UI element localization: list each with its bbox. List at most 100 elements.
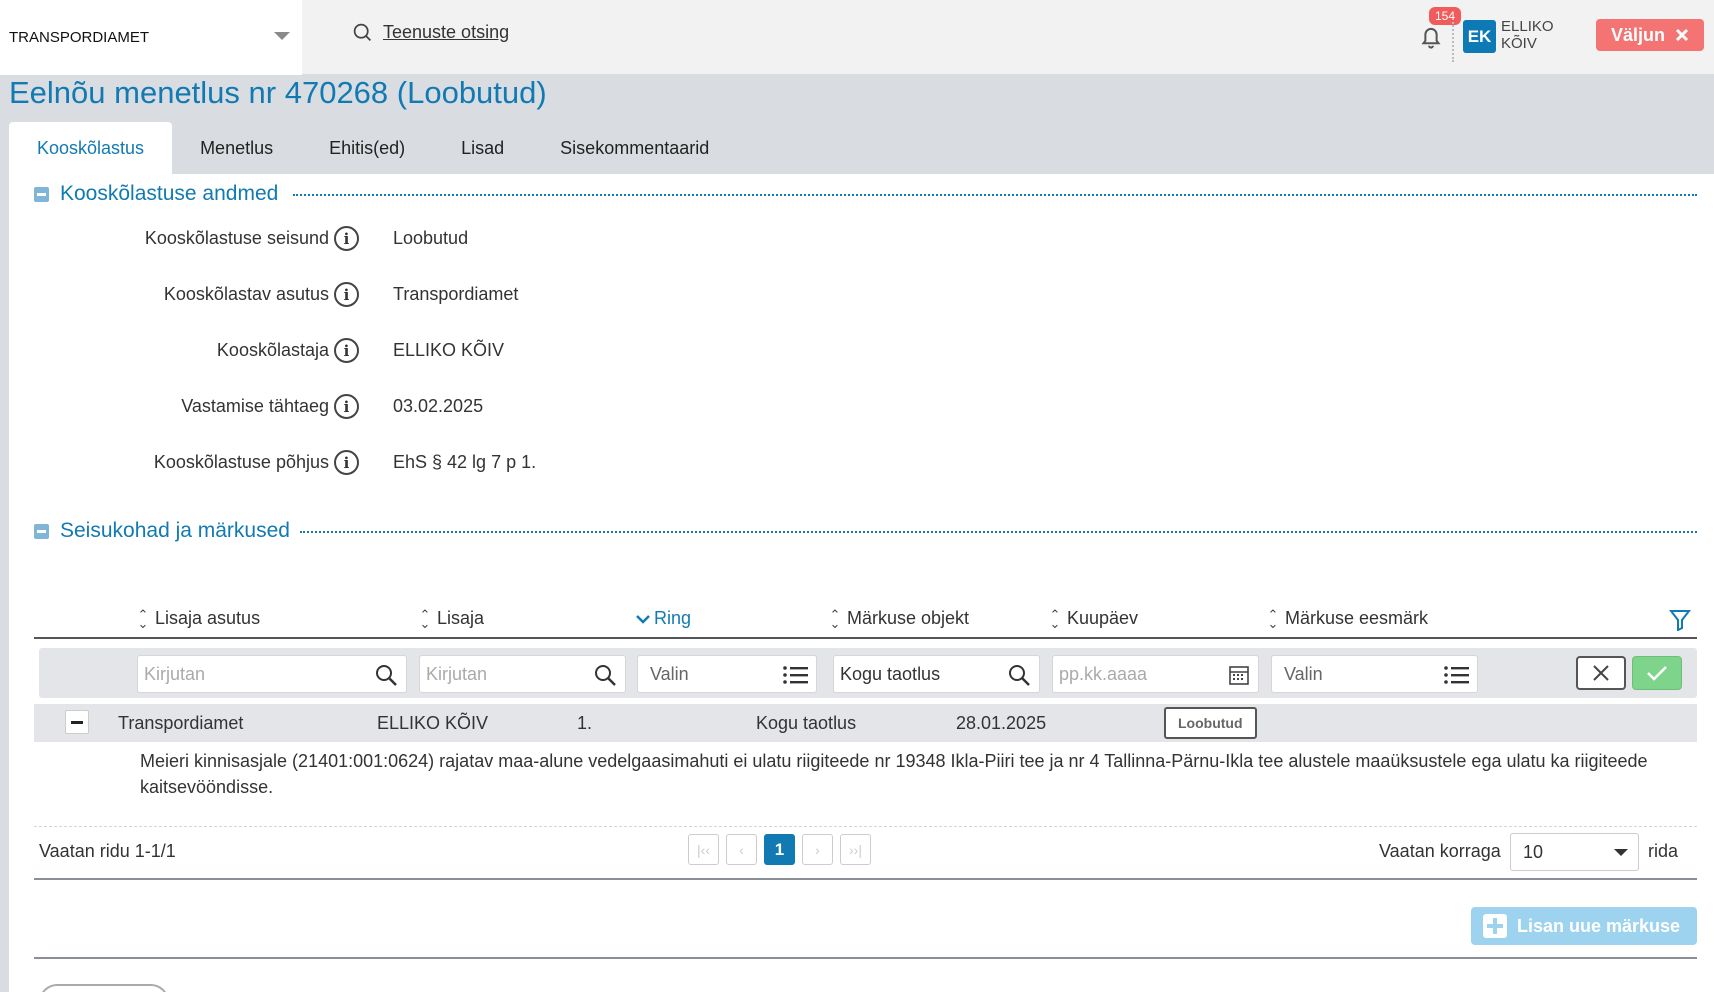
bell-icon[interactable] (1416, 22, 1446, 52)
tab-lisad[interactable]: Lisad (433, 122, 532, 174)
approval-section-title: Kooskõlastuse andmed (60, 182, 279, 205)
collapse-icon[interactable] (34, 186, 49, 202)
column-label: Kuupäev (1067, 608, 1139, 628)
field-row-approver: Kooskõlastaja i ELLIKO KÕIV (9, 336, 909, 366)
collapse-icon[interactable] (34, 523, 49, 539)
list-icon (1444, 666, 1469, 684)
row-divider (34, 826, 1697, 827)
sort-desc-icon (636, 614, 650, 624)
checkmark-icon (1647, 666, 1667, 681)
tab-ehitised[interactable]: Ehitis(ed) (301, 122, 433, 174)
column-label: Märkuse eesmärk (1285, 608, 1429, 628)
filter-placeholder: Kirjutan (144, 663, 206, 684)
tab-sisekommentaarid[interactable]: Sisekommentaarid (532, 122, 737, 174)
remark-text: Meieri kinnisasjale (21401:001:0624) raj… (140, 751, 1648, 797)
per-page-value: 10 (1523, 841, 1544, 862)
sort-icon: ⌃ ⌄ (1267, 606, 1279, 631)
agency-filter-input[interactable]: Kirjutan (137, 655, 407, 693)
purpose-filter-select[interactable]: Valin (1271, 655, 1478, 693)
sort-icon: ⌃ ⌄ (137, 606, 149, 631)
service-search-label: Teenuste otsing (383, 22, 510, 42)
info-icon[interactable]: i (334, 450, 359, 475)
next-page-button[interactable]: › (802, 834, 833, 865)
field-value: Transpordiamet (393, 284, 519, 304)
field-row-reason: Kooskõlastuse põhjus i EhS § 42 lg 7 p 1… (9, 448, 909, 478)
service-search-link[interactable]: Teenuste otsing (352, 22, 509, 43)
column-header-date[interactable]: ⌃ ⌄ Kuupäev (1049, 606, 1139, 631)
filter-value: Valin (1284, 663, 1323, 684)
field-label: Kooskõlastav asutus (163, 284, 329, 304)
column-header-purpose[interactable]: ⌃ ⌄ Märkuse eesmärk (1267, 606, 1429, 631)
filter-value: Kogu taotlus (840, 663, 941, 684)
object-filter-input[interactable]: Kogu taotlus (833, 655, 1040, 693)
field-label: Kooskõlastuse seisund (144, 228, 329, 248)
last-page-button[interactable]: ››| (840, 834, 871, 865)
cell-round: 1. (577, 713, 593, 733)
info-icon[interactable]: i (334, 394, 359, 419)
info-icon[interactable]: i (334, 338, 359, 363)
sort-icon: ⌃ ⌄ (1049, 606, 1061, 631)
table-row[interactable]: Transpordiamet ELLIKO KÕIV 1. Kogu taotl… (34, 704, 1697, 742)
date-filter-input[interactable]: pp.kk.aaaa (1052, 655, 1259, 693)
apply-filters-button[interactable] (1632, 656, 1682, 690)
organization-select-value: TRANSPORDIAMET (9, 29, 150, 46)
user-name[interactable]: ELLIKO KÕIV (1501, 18, 1561, 52)
column-label: Ring (654, 608, 692, 628)
first-page-icon: |‹‹ (697, 841, 710, 858)
tab-kooskolastus[interactable]: Kooskõlastus (9, 122, 173, 174)
filter-row: Kirjutan Kirjutan Valin Kogu taotlus pp.… (39, 648, 1697, 698)
partial-button[interactable] (39, 984, 169, 992)
table-bottom-border (34, 878, 1697, 880)
tab-bar: Kooskõlastus Menetlus Ehitis(ed) Lisad S… (9, 122, 737, 174)
field-value: EhS § 42 lg 7 p 1. (393, 452, 537, 472)
column-header-object[interactable]: ⌃ ⌄ Märkuse objekt (829, 606, 970, 631)
chevron-left-icon: ‹ (739, 841, 744, 858)
collapse-row-icon[interactable] (65, 710, 89, 734)
info-icon[interactable]: i (334, 226, 359, 251)
info-icon[interactable]: i (334, 282, 359, 307)
field-row-deadline: Vastamise tähtaeg i 03.02.2025 (9, 392, 909, 422)
page-title: Eelnõu menetlus nr 470268 (Loobutud) (9, 75, 547, 110)
plus-icon (1483, 914, 1507, 938)
logout-button[interactable]: Väljun (1596, 19, 1704, 51)
add-remark-label: Lisan uue märkuse (1517, 915, 1681, 936)
first-page-button[interactable]: |‹‹ (688, 834, 719, 865)
field-value: ELLIKO KÕIV (393, 340, 505, 360)
section-divider (300, 531, 1697, 533)
add-remark-button[interactable]: Lisan uue märkuse (1471, 907, 1697, 945)
column-header-author[interactable]: ⌃ ⌄ Lisaja (419, 608, 485, 630)
cell-date: 28.01.2025 (956, 713, 1047, 733)
search-icon (1009, 665, 1030, 686)
cell-object: Kogu taotlus (756, 713, 857, 733)
page-button-current[interactable]: 1 (764, 834, 795, 865)
organization-select[interactable]: TRANSPORDIAMET (0, 0, 302, 75)
column-label: Lisaja asutus (155, 608, 261, 628)
chevron-down-icon (1614, 849, 1628, 856)
column-header-round[interactable]: Ring (636, 608, 691, 629)
logout-label: Väljun (1610, 24, 1665, 45)
author-filter-input[interactable]: Kirjutan (419, 655, 626, 693)
per-page-suffix: rida (1648, 841, 1679, 861)
divider (1452, 22, 1454, 62)
column-header-agency[interactable]: ⌃ ⌄ Lisaja asutus (137, 606, 261, 631)
list-icon (783, 666, 808, 684)
approval-section-header[interactable]: Kooskõlastuse andmed (34, 182, 278, 206)
sort-icon: ⌃ ⌄ (829, 606, 841, 631)
clear-filters-button[interactable] (1576, 656, 1626, 690)
prev-page-button[interactable]: ‹ (726, 834, 757, 865)
remarks-section-title: Seisukohad ja märkused (60, 519, 290, 542)
chevron-down-icon (274, 32, 290, 40)
remarks-section-header[interactable]: Seisukohad ja märkused (34, 519, 290, 543)
calendar-icon[interactable] (1228, 664, 1250, 686)
section-divider (293, 194, 1697, 196)
column-label: Lisaja (437, 608, 485, 628)
field-row-status: Kooskõlastuse seisund i Loobutud (9, 224, 909, 254)
filter-placeholder: pp.kk.aaaa (1059, 663, 1148, 684)
last-page-icon: ››| (849, 841, 862, 858)
round-filter-select[interactable]: Valin (637, 655, 817, 693)
per-page-select[interactable]: 10 (1510, 833, 1639, 871)
field-label: Kooskõlastuse põhjus (153, 452, 329, 472)
avatar[interactable]: EK (1463, 20, 1496, 53)
tab-menetlus[interactable]: Menetlus (172, 122, 301, 174)
filter-icon[interactable] (1669, 609, 1691, 631)
